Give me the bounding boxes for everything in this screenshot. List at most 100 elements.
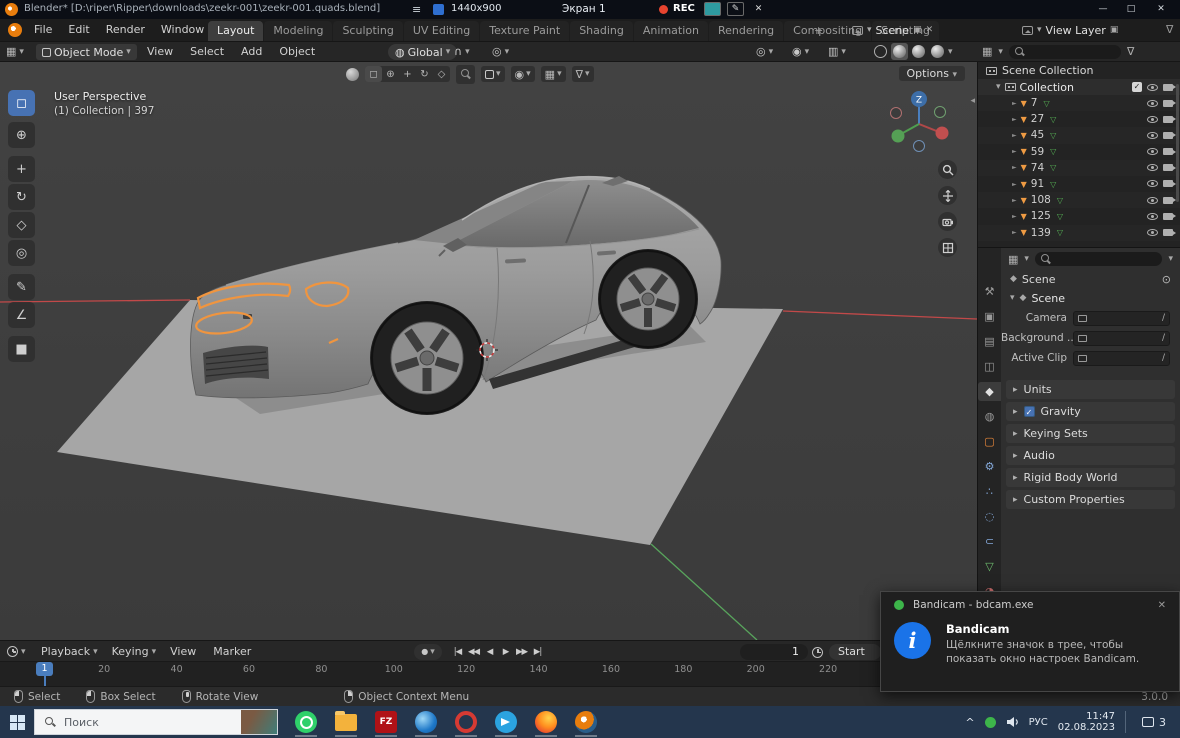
clock-widget[interactable]: 11:47 02.08.2023 (1058, 711, 1115, 733)
tweak-toggle[interactable]: ◻ (365, 66, 382, 82)
object-name[interactable]: 7 (1031, 97, 1038, 109)
property-section-header[interactable]: ▸ Rigid Body World (1006, 468, 1175, 487)
camera-render-icon[interactable] (1163, 84, 1173, 91)
filter-dropdown[interactable]: ∇ ▾ (572, 66, 594, 82)
expand-icon[interactable]: ► (1012, 229, 1017, 236)
scene-selector[interactable]: ▾ Scene ▣ ✕ (852, 22, 933, 38)
opera-icon[interactable] (446, 706, 486, 738)
workspace-tab[interactable]: Texture Paint (480, 21, 569, 41)
menu-item[interactable]: Render (98, 19, 153, 41)
tab-modifiers[interactable]: ⚙ (978, 457, 1001, 476)
camera-render-icon[interactable] (1163, 197, 1173, 204)
play-button[interactable]: ▶ (498, 644, 513, 660)
jump-to-start-button[interactable]: |◀ (450, 644, 465, 660)
dropdown-icon[interactable]: ▾ (998, 47, 1003, 57)
bandicam-close-button[interactable]: ✕ (750, 2, 767, 16)
notification-center-button[interactable]: 3 (1136, 716, 1172, 729)
pin-icon[interactable]: ⊙ (1162, 273, 1171, 286)
eye-icon[interactable] (1147, 100, 1158, 107)
dropdown-icon[interactable]: ▾ (1024, 254, 1029, 264)
camera-render-icon[interactable] (1163, 132, 1173, 139)
maximize-button[interactable]: □ (1118, 0, 1144, 19)
expand-icon[interactable]: ▸ (1013, 385, 1018, 395)
close-icon[interactable]: ✕ (926, 25, 934, 35)
viewport-menu-item[interactable]: Add (234, 42, 269, 61)
show-overlays-toggle[interactable]: ◉ ▾ (792, 42, 809, 61)
tab-object[interactable]: ▢ (978, 432, 1001, 451)
y-axis-handle[interactable] (892, 130, 905, 143)
rear-wheel[interactable] (598, 249, 698, 349)
add-workspace-button[interactable]: + (808, 21, 829, 41)
snap-target-dropdown[interactable]: ◉ ▾ (511, 66, 535, 82)
collapse-icon[interactable]: ▾ (996, 82, 1001, 92)
field-input[interactable]: ∕ (1073, 311, 1170, 326)
object-name[interactable]: 27 (1031, 113, 1044, 125)
rotate-tool[interactable]: ↻ (8, 184, 35, 210)
timeline-editor-button[interactable]: ▾ (7, 641, 26, 662)
outliner-object-row[interactable]: ► ▼ 45 ▽ (978, 127, 1180, 143)
object-name[interactable]: 45 (1031, 129, 1044, 141)
tab-output[interactable]: ▤ (978, 332, 1001, 351)
eye-icon[interactable] (1147, 197, 1158, 204)
language-indicator[interactable]: РУС (1029, 717, 1048, 728)
menu-item[interactable]: Edit (60, 19, 97, 41)
outliner-object-row[interactable]: ► ▼ 7 ▽ (978, 95, 1180, 111)
tab-world[interactable]: ◍ (978, 407, 1001, 426)
viewport-search-button[interactable] (456, 65, 475, 84)
object-name[interactable]: 59 (1031, 146, 1044, 158)
eye-icon[interactable] (1147, 180, 1158, 187)
timeline-menu-item[interactable]: Keying ▾ (105, 645, 163, 658)
viewport-menu-item[interactable]: Object (272, 42, 322, 61)
property-section-header[interactable]: ▸ Custom Properties (1006, 490, 1175, 509)
expand-icon[interactable]: ► (1012, 148, 1017, 155)
viewport-menu-item[interactable]: View (140, 42, 180, 61)
eye-icon[interactable] (1147, 164, 1158, 171)
eye-icon[interactable] (1147, 84, 1158, 91)
expand-icon[interactable]: ▸ (1013, 407, 1018, 417)
eye-icon[interactable] (1147, 132, 1158, 139)
property-section-header[interactable]: ▸ Audio (1006, 446, 1175, 465)
play-reverse-button[interactable]: ◀ (482, 644, 497, 660)
tab-tool[interactable]: ⚒ (978, 282, 1001, 301)
dropdown-icon[interactable]: ▾ (867, 25, 872, 35)
transform-orientation-dropdown[interactable]: ◍ Global ▾ (388, 44, 457, 60)
camera-render-icon[interactable] (1163, 164, 1173, 171)
taskbar-search-input[interactable]: Поиск (34, 709, 278, 735)
filter-icon[interactable]: ∇ (1166, 23, 1173, 36)
expand-icon[interactable]: ► (1012, 197, 1017, 204)
camera-render-icon[interactable] (1163, 213, 1173, 220)
workspace-tab[interactable]: Modeling (264, 21, 332, 41)
dropdown-icon[interactable]: ▾ (1037, 25, 1042, 35)
tab-particles[interactable]: ∴ (978, 482, 1001, 501)
object-name[interactable]: 139 (1031, 227, 1051, 239)
start-button[interactable] (0, 706, 34, 738)
front-wheel[interactable] (370, 301, 484, 415)
use-preview-range-button[interactable] (812, 646, 823, 658)
expand-icon[interactable]: ▸ (1013, 451, 1018, 461)
workspace-tab[interactable]: Sculpting (333, 21, 402, 41)
move-toggle[interactable]: + (399, 66, 416, 82)
object-name[interactable]: 125 (1031, 210, 1051, 222)
menu-item[interactable]: Window (153, 19, 212, 41)
property-section-header[interactable]: ▸ Keying Sets (1006, 424, 1175, 443)
scale-toggle[interactable]: ◇ (433, 66, 450, 82)
telegram-icon[interactable] (486, 706, 526, 738)
timeline-menu-item[interactable]: View (163, 645, 206, 658)
next-keyframe-button[interactable]: ▶▶ (514, 644, 529, 660)
eye-icon[interactable] (1147, 213, 1158, 220)
view-layer-selector[interactable]: ▾ View Layer ▣ (1022, 22, 1118, 38)
field-input[interactable]: ∕ (1073, 331, 1170, 346)
select-mode-dropdown[interactable]: ▾ (481, 66, 505, 82)
object-name[interactable]: 91 (1031, 178, 1044, 190)
expand-icon[interactable]: ► (1012, 181, 1017, 188)
auto-key-button[interactable]: ● ▾ (414, 644, 442, 660)
current-frame-field[interactable]: 1 (740, 644, 808, 660)
scene-expand-row[interactable]: ▾ ◆ Scene (1001, 288, 1180, 308)
viewport-canvas[interactable] (0, 62, 977, 640)
browser-icon[interactable] (406, 706, 446, 738)
blender-taskbar-icon[interactable] (566, 706, 606, 738)
workspace-tab[interactable]: Animation (634, 21, 708, 41)
minimize-button[interactable]: — (1090, 0, 1116, 19)
cursor-tool[interactable]: ⊕ (8, 122, 35, 148)
section-checkbox[interactable]: ✓ (1024, 406, 1035, 417)
